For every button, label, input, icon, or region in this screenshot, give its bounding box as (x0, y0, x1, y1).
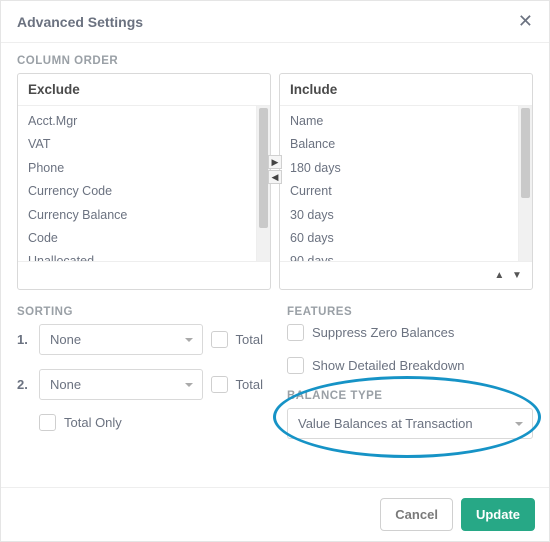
sorting-section: SORTING 1. None Total 2. None Total (17, 306, 263, 439)
checkbox-box-icon (211, 331, 228, 348)
list-item[interactable]: Current (288, 180, 510, 203)
move-down-icon[interactable]: ▼ (510, 269, 524, 283)
include-listbox[interactable]: Include Name Balance 180 days Current 30… (279, 73, 533, 290)
lower-row: SORTING 1. None Total 2. None Total (17, 306, 533, 439)
sort-row-2: 2. None Total (17, 369, 263, 400)
include-header: Include (280, 74, 532, 106)
list-item[interactable]: 30 days (288, 204, 510, 227)
move-up-icon[interactable]: ▲ (492, 269, 506, 283)
column-order-label: COLUMN ORDER (17, 55, 533, 67)
detailed-breakdown-label: Show Detailed Breakdown (312, 358, 464, 373)
close-icon[interactable]: ✕ (518, 11, 533, 32)
advanced-settings-modal: Advanced Settings ✕ COLUMN ORDER Exclude… (0, 0, 550, 542)
sort-num-2: 2. (17, 377, 31, 392)
balance-type-value: Value Balances at Transaction (298, 416, 473, 431)
include-footer: ▲ ▼ (280, 261, 532, 289)
sort-1-total-label: Total (236, 332, 263, 347)
exclude-header: Exclude (18, 74, 270, 106)
balance-type-label: BALANCE TYPE (287, 390, 533, 402)
sorting-label: SORTING (17, 306, 263, 318)
total-only-checkbox[interactable]: Total Only (39, 414, 263, 431)
sort-2-total-checkbox[interactable]: Total (211, 376, 263, 393)
list-item[interactable]: 90 days (288, 250, 510, 261)
suppress-zero-checkbox[interactable]: Suppress Zero Balances (287, 324, 533, 341)
include-body: Name Balance 180 days Current 30 days 60… (280, 106, 532, 261)
modal-header: Advanced Settings ✕ (1, 1, 549, 43)
column-order-row: Exclude Acct.Mgr VAT Phone Currency Code… (17, 73, 533, 290)
suppress-zero-label: Suppress Zero Balances (312, 325, 454, 340)
update-button[interactable]: Update (461, 498, 535, 531)
features-label: FEATURES (287, 306, 533, 318)
checkbox-box-icon (287, 324, 304, 341)
checkbox-box-icon (211, 376, 228, 393)
checkbox-box-icon (39, 414, 56, 431)
sort-1-total-checkbox[interactable]: Total (211, 331, 263, 348)
list-item[interactable]: Unallocated (26, 250, 248, 261)
list-item[interactable]: Currency Balance (26, 204, 248, 227)
exclude-body: Acct.Mgr VAT Phone Currency Code Currenc… (18, 106, 270, 261)
list-item[interactable]: Phone (26, 157, 248, 180)
checkbox-box-icon (287, 357, 304, 374)
features-section: FEATURES Suppress Zero Balances Show Det… (287, 306, 533, 439)
include-items: Name Balance 180 days Current 30 days 60… (280, 106, 518, 261)
detailed-breakdown-checkbox[interactable]: Show Detailed Breakdown (287, 357, 533, 374)
move-right-icon[interactable]: ▶ (268, 155, 282, 169)
sort-1-value: None (50, 332, 81, 347)
list-item[interactable]: Currency Code (26, 180, 248, 203)
total-only-label: Total Only (64, 415, 122, 430)
modal-body: COLUMN ORDER Exclude Acct.Mgr VAT Phone … (1, 43, 549, 487)
cancel-button[interactable]: Cancel (380, 498, 453, 531)
balance-type-select[interactable]: Value Balances at Transaction (287, 408, 533, 439)
list-item[interactable]: Name (288, 110, 510, 133)
sort-2-total-label: Total (236, 377, 263, 392)
list-item[interactable]: Acct.Mgr (26, 110, 248, 133)
exclude-listbox[interactable]: Exclude Acct.Mgr VAT Phone Currency Code… (17, 73, 271, 290)
balance-type-block: BALANCE TYPE Value Balances at Transacti… (287, 390, 533, 439)
list-item[interactable]: Code (26, 227, 248, 250)
modal-footer: Cancel Update (1, 487, 549, 541)
move-left-icon[interactable]: ◀ (268, 170, 282, 184)
sort-2-value: None (50, 377, 81, 392)
sort-1-select[interactable]: None (39, 324, 203, 355)
list-item[interactable]: 180 days (288, 157, 510, 180)
modal-title: Advanced Settings (17, 14, 143, 30)
list-item[interactable]: Balance (288, 133, 510, 156)
exclude-footer (18, 261, 270, 289)
sort-2-select[interactable]: None (39, 369, 203, 400)
exclude-items: Acct.Mgr VAT Phone Currency Code Currenc… (18, 106, 256, 261)
sort-num-1: 1. (17, 332, 31, 347)
sort-row-1: 1. None Total (17, 324, 263, 355)
transfer-arrows: ▶ ◀ (268, 155, 282, 184)
list-item[interactable]: VAT (26, 133, 248, 156)
scrollbar[interactable] (518, 106, 532, 261)
list-item[interactable]: 60 days (288, 227, 510, 250)
